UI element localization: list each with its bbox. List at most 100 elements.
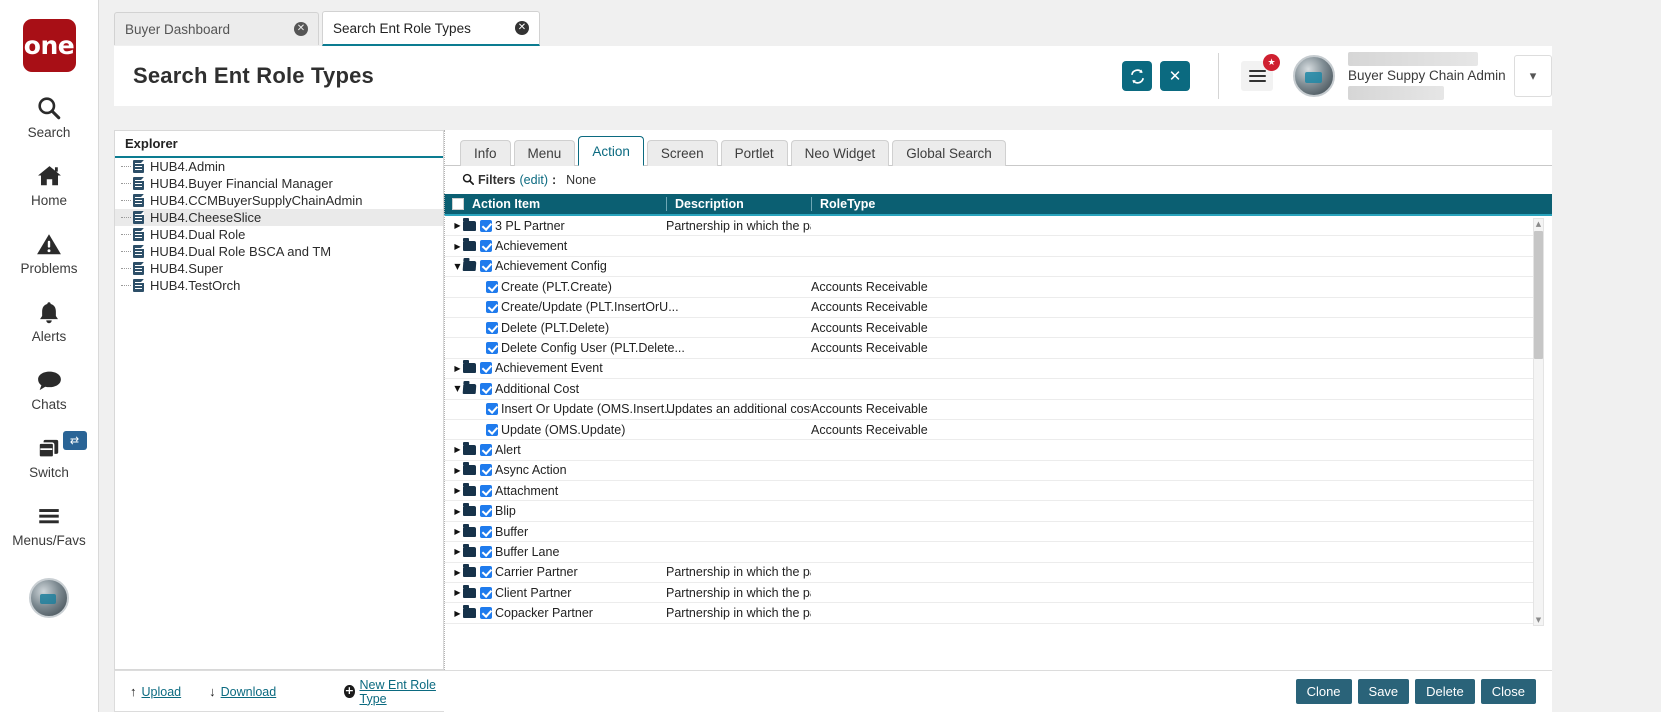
sidebar-item-alerts[interactable]: Alerts <box>0 297 99 344</box>
browser-tab-search-ent-role-types[interactable]: Search Ent Role Types ✕ <box>322 11 540 46</box>
table-row[interactable]: ▶Attachment <box>444 481 1534 501</box>
table-row[interactable]: Create/Update (PLT.InsertOrU...Accounts … <box>444 298 1534 318</box>
row-checkbox[interactable] <box>480 526 492 538</box>
table-row[interactable]: ▶Client PartnerPartnership in which the … <box>444 583 1534 603</box>
chevron-right-icon[interactable]: ▶ <box>452 588 463 597</box>
explorer-item[interactable]: HUB4.Dual Role BSCA and TM <box>115 243 443 260</box>
table-row[interactable]: ▶Achievement Event <box>444 359 1534 379</box>
chevron-right-icon[interactable]: ▶ <box>452 527 463 536</box>
chevron-right-icon[interactable]: ▶ <box>452 547 463 556</box>
vertical-scrollbar[interactable]: ▲ ▼ <box>1533 218 1544 626</box>
scrollbar-thumb[interactable] <box>1534 231 1543 359</box>
close-icon[interactable]: ✕ <box>294 22 308 36</box>
table-row[interactable]: ▶3 PL PartnerPartnership in which the pa… <box>444 216 1534 236</box>
row-checkbox[interactable] <box>486 342 498 354</box>
row-checkbox[interactable] <box>486 403 498 415</box>
sidebar-item-switch[interactable]: ⇄ Switch <box>0 433 99 480</box>
chevron-right-icon[interactable]: ▶ <box>452 221 463 230</box>
chevron-right-icon[interactable]: ▶ <box>452 568 463 577</box>
chevron-down-icon[interactable]: ▼ <box>452 384 463 393</box>
chevron-right-icon[interactable]: ▶ <box>452 466 463 475</box>
table-row[interactable]: ▶Achievement <box>444 236 1534 256</box>
clone-button[interactable]: Clone <box>1296 679 1352 704</box>
sidebar-item-home[interactable]: Home <box>0 161 99 208</box>
row-checkbox[interactable] <box>486 322 498 334</box>
table-row[interactable]: ▶Copacker PartnerPartnership in which th… <box>444 603 1534 623</box>
close-page-button[interactable]: ✕ <box>1160 61 1190 91</box>
close-icon[interactable]: ✕ <box>515 21 529 35</box>
app-logo[interactable]: one <box>23 19 76 72</box>
chevron-right-icon[interactable]: ▶ <box>452 445 463 454</box>
row-checkbox[interactable] <box>480 587 492 599</box>
chevron-right-icon[interactable]: ▶ <box>452 486 463 495</box>
table-row[interactable]: ▶Buffer <box>444 522 1534 542</box>
table-row[interactable]: ▶Async Action <box>444 461 1534 481</box>
row-checkbox[interactable] <box>480 566 492 578</box>
explorer-item[interactable]: HUB4.TestOrch <box>115 277 443 294</box>
row-checkbox[interactable] <box>486 301 498 313</box>
table-row[interactable]: ▼Additional Cost <box>444 379 1534 399</box>
refresh-button[interactable] <box>1122 61 1152 91</box>
tab-neo-widget[interactable]: Neo Widget <box>791 140 890 166</box>
explorer-item[interactable]: HUB4.Dual Role <box>115 226 443 243</box>
tab-action[interactable]: Action <box>578 136 644 166</box>
explorer-item[interactable]: HUB4.Buyer Financial Manager <box>115 175 443 192</box>
save-button[interactable]: Save <box>1358 679 1410 704</box>
tab-info[interactable]: Info <box>460 140 511 166</box>
row-checkbox[interactable] <box>486 281 498 293</box>
explorer-item[interactable]: HUB4.CCMBuyerSupplyChainAdmin <box>115 192 443 209</box>
row-checkbox[interactable] <box>480 546 492 558</box>
filters-edit-link[interactable]: (edit) <box>520 173 548 187</box>
sidebar-item-problems[interactable]: Problems <box>0 229 99 276</box>
upload-link[interactable]: ↑ Upload <box>130 684 181 699</box>
table-row[interactable]: Create (PLT.Create)Accounts Receivable <box>444 277 1534 297</box>
table-row[interactable]: Delete (PLT.Delete)Accounts Receivable <box>444 318 1534 338</box>
row-checkbox[interactable] <box>480 220 492 232</box>
table-row[interactable]: Delete Config User (PLT.Delete...Account… <box>444 338 1534 358</box>
sidebar-item-chats[interactable]: Chats <box>0 365 99 412</box>
chevron-right-icon[interactable]: ▶ <box>452 242 463 251</box>
row-checkbox[interactable] <box>480 485 492 497</box>
sidebar-item-menus-favs[interactable]: Menus/Favs <box>0 501 99 548</box>
switch-badge-icon[interactable]: ⇄ <box>63 431 87 450</box>
tab-global-search[interactable]: Global Search <box>892 140 1006 166</box>
explorer-item[interactable]: HUB4.Super <box>115 260 443 277</box>
sidebar-item-search[interactable]: Search <box>0 93 99 140</box>
table-row[interactable]: ▼Achievement Config <box>444 257 1534 277</box>
table-row[interactable]: ▶Alert <box>444 440 1534 460</box>
row-checkbox[interactable] <box>480 444 492 456</box>
download-link[interactable]: ↓ Download <box>209 684 276 699</box>
table-body[interactable]: ▶3 PL PartnerPartnership in which the pa… <box>444 216 1534 628</box>
user-menu-dropdown[interactable]: ▾ <box>1514 55 1552 97</box>
explorer-item[interactable]: HUB4.Admin <box>115 158 443 175</box>
chevron-right-icon[interactable]: ▶ <box>452 507 463 516</box>
chevron-right-icon[interactable]: ▶ <box>452 609 463 618</box>
row-checkbox[interactable] <box>480 505 492 517</box>
explorer-item[interactable]: HUB4.CheeseSlice <box>115 209 443 226</box>
browser-tab-buyer-dashboard[interactable]: Buyer Dashboard ✕ <box>114 12 319 45</box>
chevron-right-icon[interactable]: ▶ <box>452 364 463 373</box>
row-checkbox[interactable] <box>480 240 492 252</box>
avatar[interactable] <box>1293 55 1335 97</box>
close-button[interactable]: Close <box>1481 679 1536 704</box>
delete-button[interactable]: Delete <box>1415 679 1475 704</box>
row-checkbox[interactable] <box>486 424 498 436</box>
scroll-down-arrow-icon[interactable]: ▼ <box>1534 615 1543 625</box>
scroll-up-arrow-icon[interactable]: ▲ <box>1534 219 1543 229</box>
select-all-checkbox[interactable] <box>452 198 464 210</box>
row-checkbox[interactable] <box>480 260 492 272</box>
tab-portlet[interactable]: Portlet <box>721 140 788 166</box>
chevron-down-icon[interactable]: ▼ <box>452 262 463 271</box>
tab-menu[interactable]: Menu <box>514 140 576 166</box>
row-checkbox[interactable] <box>480 607 492 619</box>
table-row[interactable]: ▶Carrier PartnerPartnership in which the… <box>444 563 1534 583</box>
row-checkbox[interactable] <box>480 464 492 476</box>
table-row[interactable]: Update (OMS.Update)Accounts Receivable <box>444 420 1534 440</box>
main-menu-button[interactable]: ★ <box>1241 61 1273 91</box>
row-checkbox[interactable] <box>480 362 492 374</box>
avatar[interactable] <box>29 578 69 618</box>
tab-screen[interactable]: Screen <box>647 140 718 166</box>
new-ent-role-type-link[interactable]: + New Ent Role Type <box>344 678 444 706</box>
table-row[interactable]: Insert Or Update (OMS.Insert...Updates a… <box>444 400 1534 420</box>
row-checkbox[interactable] <box>480 383 492 395</box>
